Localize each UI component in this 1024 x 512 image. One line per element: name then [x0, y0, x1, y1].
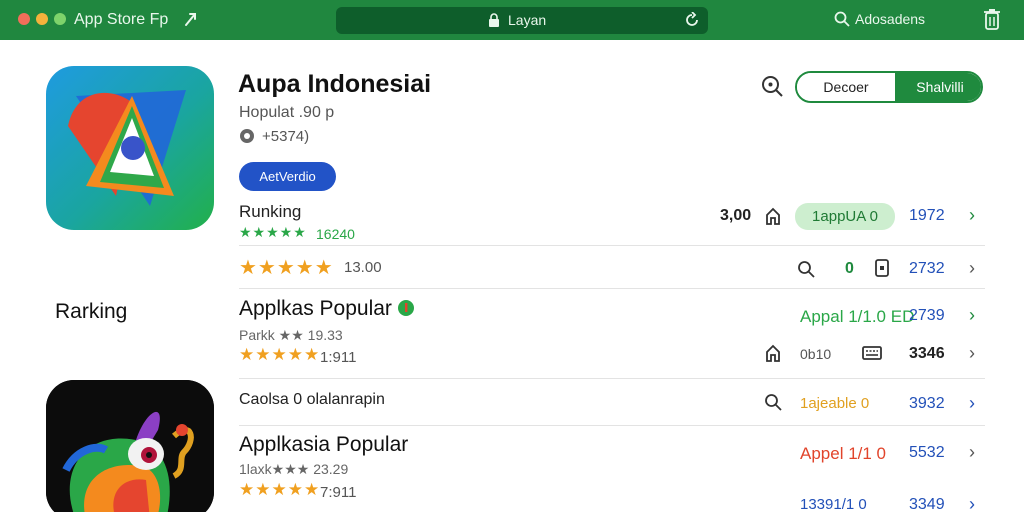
close-window-button[interactable] [18, 13, 30, 25]
window-title: App Store Fp [74, 11, 169, 28]
row-title: Caolsa 0 olalanrapin [239, 391, 385, 408]
rating-count: 13.00 [344, 259, 382, 276]
app-tag: Appal 1/1.0 ED [800, 307, 915, 326]
minimize-window-button[interactable] [36, 13, 48, 25]
rating-count: 7:911 [320, 484, 357, 501]
keyboard-icon[interactable] [862, 346, 882, 360]
status-badge[interactable]: 1appUA 0 [795, 203, 895, 230]
row-title: Runking [239, 202, 302, 221]
search-icon[interactable] [797, 260, 815, 278]
search-icon[interactable] [764, 393, 782, 411]
status-value: 0 [845, 260, 854, 277]
rating-stars: ★★★★★ [239, 224, 307, 240]
address-text: Layan [508, 12, 547, 28]
chevron-right-icon[interactable]: › [969, 442, 975, 463]
row-number: 1972 [909, 207, 945, 224]
top-bar: App Store Fp Layan Adosadens [0, 0, 1024, 40]
search-label[interactable]: Adosadens [855, 11, 925, 27]
chevron-right-icon[interactable]: › [969, 258, 975, 279]
lock-icon [489, 13, 499, 27]
search-icon[interactable] [834, 11, 850, 27]
row-subtitle: 1laxk★★★ 23.29 [239, 461, 349, 477]
rating-stars: ★★★★★ [239, 345, 321, 364]
version-button[interactable]: AetVerdio [239, 162, 336, 191]
row-divider [239, 288, 985, 289]
row-number: 2732 [909, 260, 945, 277]
row-title: Applkas Popular [239, 297, 392, 320]
row-divider [239, 378, 985, 379]
row-title: Applkasia Popular [239, 433, 409, 456]
storage-icon [240, 129, 254, 143]
chevron-right-icon[interactable]: › [969, 205, 975, 226]
rating-stars: ★★★★★ [239, 480, 321, 499]
app-tag: 13391/1 0 [800, 496, 867, 512]
app-tag: 1ajeable 0 [800, 395, 870, 412]
segmented-control: Decoer Shalvilli [795, 71, 983, 103]
chevron-right-icon[interactable]: › [969, 494, 975, 512]
trash-icon[interactable] [983, 8, 1001, 30]
row-meta: 0b10 [800, 346, 832, 362]
row-number: 3346 [909, 345, 945, 362]
row-divider [239, 425, 985, 426]
rating-stars: ★★★★★ [239, 257, 334, 279]
app-tag: Appel 1/1 0 [800, 444, 887, 463]
tab-decoer[interactable]: Decoer [797, 73, 895, 101]
rating-count: 16240 [316, 226, 355, 242]
app-subtitle: Hopulat .90 p [239, 104, 335, 121]
app-icon[interactable] [46, 66, 214, 230]
row-number: 3349 [909, 496, 945, 512]
info-icon[interactable] [397, 299, 415, 317]
section-title: Rarking [55, 300, 128, 323]
app-name: Aupa Indonesiai [238, 70, 432, 98]
row-subtitle: Parkk ★★ 19.33 [239, 327, 343, 343]
zoom-window-button[interactable] [54, 13, 66, 25]
chevron-right-icon[interactable]: › [969, 305, 975, 326]
house-icon[interactable] [765, 207, 781, 225]
arrow-icon[interactable] [183, 10, 199, 28]
price-label: 3,00 [720, 207, 752, 224]
search-icon[interactable] [760, 74, 784, 98]
chevron-right-icon[interactable]: › [969, 343, 975, 364]
row-number: 5532 [909, 444, 945, 461]
chevron-right-icon[interactable]: › [969, 393, 975, 414]
reload-icon[interactable] [684, 12, 700, 28]
address-bar[interactable]: Layan [336, 7, 708, 34]
rating-count: 1:911 [320, 349, 357, 366]
house-icon[interactable] [765, 344, 781, 362]
row-number: 2739 [909, 307, 945, 324]
row-divider [239, 245, 985, 246]
device-icon[interactable] [874, 259, 890, 277]
tab-shalvilli[interactable]: Shalvilli [895, 73, 981, 101]
app-size: +5374) [262, 128, 310, 145]
app-icon[interactable] [46, 380, 214, 512]
row-number: 3932 [909, 395, 945, 412]
